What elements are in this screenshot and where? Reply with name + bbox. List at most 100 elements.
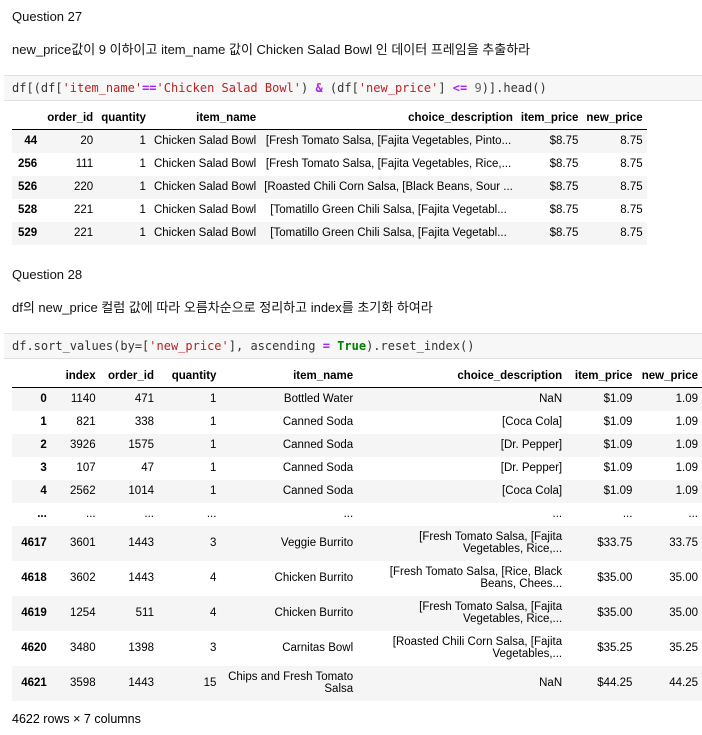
table-cell: [Coca Cola]: [502, 485, 563, 497]
table-cell: 220: [74, 181, 94, 193]
code-string: 'new_price': [149, 339, 229, 353]
table-cell: 1575: [128, 439, 154, 451]
row-index: 4617: [21, 537, 47, 549]
table-row: 526 220 1 Chicken Salad Bowl [Roasted Chili …: [12, 175, 647, 199]
table-cell: 2562: [70, 485, 96, 497]
table-cell: [Roasted Chili Corn Salsa, [Black Beans,…: [264, 181, 513, 193]
code-token: ).reset_index(): [366, 339, 475, 353]
code-token: df.sort_values(by=[: [12, 339, 150, 353]
table-row: 44 20 1 Chicken Salad Bowl [Fresh Tomato Sal…: [12, 129, 647, 153]
column-header: new_price: [582, 107, 647, 130]
table-cell: 4: [210, 607, 217, 619]
table-cell: [Fresh Tomato Salsa, [Fajita Vegetables,…: [419, 531, 563, 555]
table-cell: Canned Soda: [282, 485, 354, 497]
column-header: new_price: [636, 365, 702, 388]
table-cell: ...: [206, 508, 217, 520]
row-index: 2: [40, 439, 47, 451]
question-27-title: Question 27: [12, 9, 83, 24]
row-index: 256: [18, 158, 38, 170]
table-cell: 1: [139, 204, 146, 216]
table-cell: [Fresh Tomato Salsa, [Rice, Black Beans,…: [389, 566, 563, 590]
code-operator: ==: [142, 81, 157, 95]
row-index: 528: [18, 204, 38, 216]
row-index: 1: [40, 416, 47, 428]
table-cell: Bottled Water: [283, 393, 354, 406]
table-cell: 1398: [128, 642, 154, 654]
row-index: 526: [18, 181, 38, 193]
table-cell: $8.75: [549, 181, 579, 193]
column-header: quantity: [158, 365, 221, 388]
table-cell: $1.09: [603, 485, 633, 497]
code-cell-q28[interactable]: df.sort_values(by=['new_price'], ascendi…: [4, 333, 702, 359]
table-cell: $33.75: [597, 537, 633, 549]
table-cell: 35.00: [669, 572, 698, 584]
table-cell: 1: [139, 181, 146, 193]
table-cell: Chips and Fresh Tomato Salsa: [228, 671, 354, 695]
table-cell: 3926: [70, 439, 96, 451]
table-row: 4619 1254 511 4 Chicken Burrito [Fresh Tomato…: [12, 595, 702, 631]
table-cell: [Coca Cola]: [502, 416, 563, 428]
dataframe-output-q27: order_id quantity item_name choice_descript…: [12, 107, 647, 245]
table-cell: 1: [139, 227, 146, 239]
table-cell: 511: [135, 607, 154, 619]
table-cell: 35.25: [669, 642, 698, 654]
table-cell: 3: [210, 537, 217, 549]
table-cell: 1.09: [675, 439, 698, 451]
table-cell: Chicken Burrito: [274, 607, 354, 619]
table-cell: 107: [76, 462, 96, 474]
code-string: 'new_price': [358, 81, 439, 95]
table-row: 4620 3480 1398 3 Carnitas Bowl [Roasted Chili…: [12, 631, 702, 666]
question-28-prompt: df의 new_price 컬럼 값에 따라 오름차순으로 정리하고 index…: [12, 300, 433, 315]
code-token: ): [301, 81, 316, 95]
table-cell: Carnitas Bowl: [282, 642, 354, 654]
table-cell: 44.25: [669, 677, 698, 689]
table-cell: $1.09: [603, 462, 633, 474]
table-row: 4617 3601 1443 3 Veggie Burrito [Fresh Tomato…: [12, 525, 702, 561]
table-cell: ...: [86, 508, 96, 520]
table-cell: [Dr. Pepper]: [500, 462, 563, 474]
dataframe-output-q28: index order_id quantity item_name choice_des…: [12, 365, 702, 701]
table-cell: $1.09: [603, 439, 633, 451]
table-cell: 47: [141, 462, 154, 474]
table-cell: 1443: [128, 537, 154, 549]
row-index: 0: [40, 393, 47, 406]
table-row: ........................: [12, 503, 702, 526]
table-row: 529 221 1 Chicken Salad Bowl [Tomatillo Gree…: [12, 221, 647, 245]
table-row: 4621 3598 1443 15 Chips and Fresh Tomato Sal…: [12, 665, 702, 701]
row-index: 4618: [21, 572, 47, 584]
code-operator: <=: [452, 81, 468, 95]
table-cell: [Dr. Pepper]: [500, 439, 563, 451]
table-cell: 8.75: [620, 227, 643, 239]
table-cell: ...: [688, 508, 698, 520]
table-cell: 4: [210, 572, 217, 584]
table-cell: 1: [139, 135, 146, 148]
question-27-prompt: new_price값이 9 이하이고 item_name 값이 Chicken …: [12, 42, 531, 57]
table-cell: 3601: [70, 537, 96, 549]
table-cell: 1.09: [675, 485, 698, 497]
table-cell: [Tomatillo Green Chili Salsa, [Fajita Ve…: [270, 227, 507, 239]
row-index: 3: [40, 462, 47, 474]
table-cell: Canned Soda: [282, 462, 354, 474]
column-header: order_id: [43, 107, 98, 130]
table-cell: ...: [343, 508, 354, 520]
table-cell: [Tomatillo Green Chili Salsa, [Fajita Ve…: [270, 204, 507, 216]
row-index: 529: [18, 227, 38, 239]
table-cell: 3480: [70, 642, 96, 654]
table-cell: 1.09: [675, 462, 698, 474]
column-header: choice_description: [357, 365, 567, 388]
table-cell: 1: [210, 393, 217, 406]
column-header: [12, 107, 44, 130]
table-cell: 221: [74, 227, 94, 239]
table-row: 1 821 338 1 Canned Soda [Coca Cola] $1.09 1.09: [12, 411, 702, 434]
code-string: 'Chicken Salad Bowl': [156, 81, 302, 95]
table-cell: 1: [139, 158, 146, 170]
table-cell: 338: [134, 416, 154, 428]
table-cell: 471: [134, 393, 154, 406]
code-cell-q27[interactable]: df[(df['item_name'=='Chicken Salad Bowl'…: [4, 75, 702, 101]
column-header: item_price: [516, 107, 583, 130]
column-header: [12, 365, 53, 388]
table-cell: 821: [76, 416, 96, 428]
table-cell: Canned Soda: [282, 439, 354, 451]
table-row: 2 3926 1575 1 Canned Soda [Dr. Pepper] $1.09 1.…: [12, 433, 702, 457]
table-cell: [Fresh Tomato Salsa, [Fajita Vegetables,…: [265, 158, 512, 170]
